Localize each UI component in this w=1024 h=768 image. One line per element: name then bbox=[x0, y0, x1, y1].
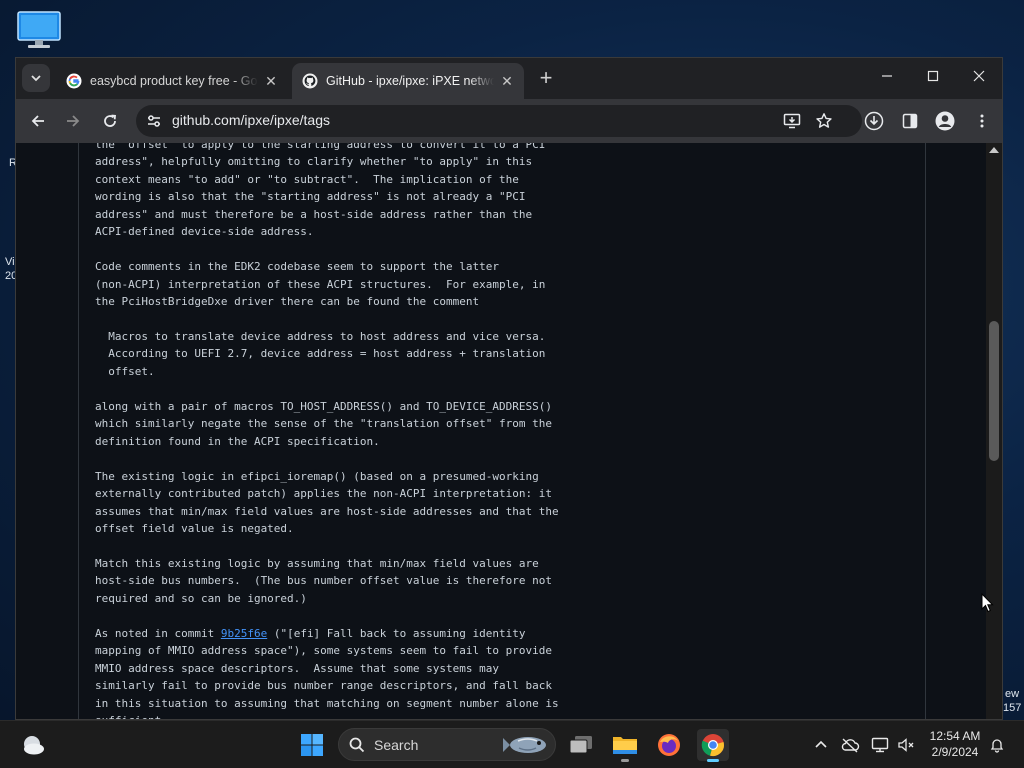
arrow-left-icon bbox=[31, 115, 44, 127]
desktop-label-fragment: 157 bbox=[1003, 702, 1022, 714]
chrome-icon bbox=[701, 734, 724, 756]
notifications-button[interactable] bbox=[981, 729, 1013, 761]
vertical-scrollbar[interactable] bbox=[986, 143, 1002, 719]
chrome-button[interactable] bbox=[697, 729, 729, 762]
show-hidden-icons-button[interactable] bbox=[805, 729, 837, 761]
weather-cloud-icon bbox=[24, 736, 44, 755]
url-text[interactable]: github.com/ipxe/ipxe/tags bbox=[172, 112, 330, 128]
commit-link[interactable]: 9b25f6e bbox=[221, 627, 267, 640]
side-panel-button[interactable] bbox=[896, 107, 924, 135]
browser-window: easybcd product key free - Goo ✕ GitHub … bbox=[15, 57, 1003, 720]
system-clock[interactable]: 12:54 AM 2/9/2024 bbox=[920, 728, 990, 760]
desktop-label-fragment: ew bbox=[1005, 688, 1020, 700]
onedrive-status-button[interactable] bbox=[834, 729, 866, 761]
install-app-button[interactable] bbox=[778, 107, 806, 135]
close-tab-icon[interactable]: ✕ bbox=[262, 72, 280, 90]
chevron-down-icon bbox=[31, 75, 41, 82]
firefox-button[interactable] bbox=[653, 729, 685, 761]
minimize-button[interactable] bbox=[864, 58, 910, 94]
scroll-up-arrow-icon[interactable] bbox=[989, 147, 999, 153]
install-app-icon bbox=[783, 113, 801, 129]
forward-button[interactable] bbox=[59, 107, 87, 135]
tab-github-ipxe[interactable]: GitHub - ipxe/ipxe: iPXE network ✕ bbox=[292, 63, 524, 99]
folder-icon bbox=[613, 737, 637, 754]
tab-google-search[interactable]: easybcd product key free - Goo ✕ bbox=[56, 63, 288, 99]
reload-icon bbox=[104, 114, 116, 127]
scrollbar-thumb[interactable] bbox=[989, 321, 999, 461]
close-icon bbox=[973, 70, 985, 82]
chevron-up-icon bbox=[815, 740, 827, 748]
firefox-icon bbox=[658, 734, 680, 756]
network-icon bbox=[871, 737, 889, 753]
minimize-icon bbox=[882, 75, 892, 77]
github-icon bbox=[302, 73, 318, 89]
task-view-button[interactable] bbox=[565, 729, 597, 761]
google-icon bbox=[66, 73, 82, 89]
clock-time: 12:54 AM bbox=[929, 729, 981, 743]
mouse-cursor-icon bbox=[981, 593, 994, 613]
search-label: Search bbox=[374, 737, 419, 753]
maximize-icon bbox=[927, 70, 939, 82]
tab-title: easybcd product key free - Goo bbox=[90, 74, 258, 88]
search-icon bbox=[349, 737, 365, 753]
browser-toolbar: github.com/ipxe/ipxe/tags bbox=[16, 99, 1002, 143]
commit-message-part: ("[efi] Fall back to assuming identity m… bbox=[95, 626, 559, 719]
cloud-off-icon bbox=[841, 738, 860, 753]
weather-widget[interactable] bbox=[17, 729, 49, 761]
tab-title: GitHub - ipxe/ipxe: iPXE network bbox=[326, 74, 494, 88]
task-view-icon bbox=[569, 736, 592, 754]
taskbar-search[interactable]: Search bbox=[338, 728, 556, 761]
menu-button[interactable] bbox=[968, 107, 996, 135]
volume-muted-icon bbox=[898, 738, 914, 752]
side-panel-icon bbox=[902, 113, 918, 129]
arrow-right-icon bbox=[67, 115, 80, 127]
address-bar[interactable]: github.com/ipxe/ipxe/tags bbox=[136, 105, 862, 137]
this-pc-icon[interactable] bbox=[16, 10, 62, 50]
windows-logo-icon bbox=[301, 734, 323, 756]
running-indicator bbox=[621, 759, 629, 762]
new-tab-button[interactable]: + bbox=[534, 67, 558, 91]
downloads-button[interactable] bbox=[860, 107, 888, 135]
taskbar: Search 12:54 AM 2/9/2024 bbox=[0, 720, 1024, 768]
search-highlight-fish-icon bbox=[503, 737, 546, 753]
tab-search-button[interactable] bbox=[22, 64, 50, 92]
star-icon bbox=[816, 113, 832, 128]
start-button[interactable] bbox=[296, 729, 328, 761]
clock-date: 2/9/2024 bbox=[931, 745, 979, 759]
desktop-label-fragment: Vi bbox=[5, 256, 15, 268]
kebab-menu-icon bbox=[980, 114, 984, 128]
page-content: the "offset" to apply to the starting ad… bbox=[16, 143, 986, 719]
back-button[interactable] bbox=[24, 107, 52, 135]
profile-avatar-icon bbox=[935, 111, 955, 131]
maximize-button[interactable] bbox=[910, 58, 956, 94]
bell-icon bbox=[990, 739, 1004, 753]
volume-button[interactable] bbox=[890, 729, 922, 761]
site-info-icon[interactable] bbox=[142, 109, 166, 133]
close-window-button[interactable] bbox=[956, 58, 1002, 94]
bookmark-button[interactable] bbox=[810, 107, 838, 135]
download-icon bbox=[864, 111, 884, 131]
commit-message-part: the "offset" to apply to the starting ad… bbox=[95, 143, 559, 640]
tab-strip: easybcd product key free - Goo ✕ GitHub … bbox=[16, 58, 1002, 99]
reload-button[interactable] bbox=[96, 107, 124, 135]
running-indicator bbox=[707, 759, 719, 762]
commit-message-text: the "offset" to apply to the starting ad… bbox=[95, 143, 559, 719]
file-explorer-button[interactable] bbox=[609, 729, 641, 762]
profile-button[interactable] bbox=[931, 107, 959, 135]
close-tab-icon[interactable]: ✕ bbox=[498, 72, 516, 90]
